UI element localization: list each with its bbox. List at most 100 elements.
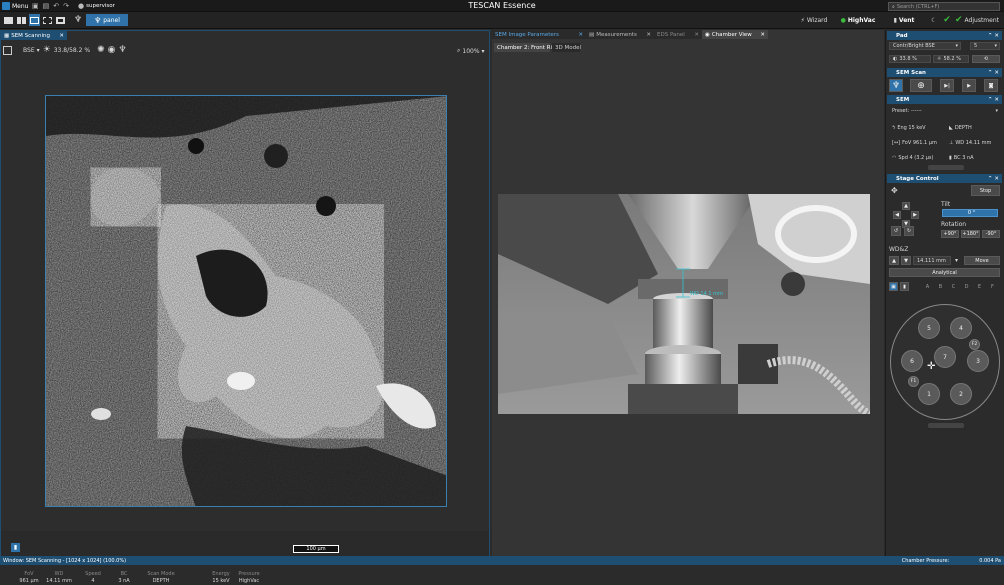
stage-control-header[interactable]: Stage Control ⌃ ✕: [887, 174, 1002, 183]
tab-close-icon[interactable]: ✕: [760, 32, 765, 38]
open-icon[interactable]: ▤: [43, 2, 50, 10]
tab-close-icon[interactable]: ✕: [59, 33, 64, 39]
tab-chamber-view[interactable]: ◉ Chamber View ✕: [702, 30, 768, 39]
zoom-control[interactable]: ⌕ 100% ▾: [457, 47, 485, 55]
wd-field[interactable]: ⊥ WD 14.11 mm: [946, 139, 1000, 147]
tilt-field[interactable]: 0 °: [942, 209, 998, 217]
rot-plus90-button[interactable]: +90°: [941, 230, 959, 238]
select-icon[interactable]: [3, 45, 12, 55]
mode-field[interactable]: ◣ DEPTH: [946, 124, 1000, 132]
camera-icon[interactable]: ◉: [108, 45, 116, 55]
wizard-button[interactable]: ⚡ Wizard: [800, 14, 828, 26]
stop-button[interactable]: Stop: [971, 185, 1000, 196]
holder-expand-handle[interactable]: [928, 423, 964, 428]
collapse-icon[interactable]: ⌃ ✕: [988, 70, 999, 76]
tab-sem-image-parameters[interactable]: SEM Image Parameters ✕: [492, 30, 586, 39]
rot-minus90-button[interactable]: -90°: [982, 230, 1000, 238]
wd-input[interactable]: 14.111 mm: [913, 256, 951, 265]
layout-1-button[interactable]: [3, 14, 14, 26]
layout-2-button[interactable]: [16, 14, 27, 26]
position-e-button[interactable]: E: [974, 282, 985, 291]
contrast-icon[interactable]: ☀: [43, 45, 51, 55]
tab-close-icon[interactable]: ✕: [694, 32, 699, 38]
stage-right-button[interactable]: ▶: [911, 211, 919, 219]
beam-on-button[interactable]: ✔: [941, 14, 953, 26]
wd-down-button[interactable]: ▼: [901, 256, 911, 265]
collapse-icon[interactable]: ⌃ ✕: [988, 176, 999, 182]
move-button[interactable]: Move: [964, 256, 1000, 265]
sample-hole-6[interactable]: 6: [901, 350, 923, 372]
undo-icon[interactable]: ↶: [53, 2, 59, 10]
fiducial-marker-f2[interactable]: F2: [969, 339, 980, 350]
layout-4-button[interactable]: [42, 14, 53, 26]
highvac-button[interactable]: ● HighVac: [836, 14, 880, 26]
scan-focus-button[interactable]: ⊕: [910, 79, 932, 92]
save-icon[interactable]: ▣: [32, 2, 39, 10]
collapse-icon[interactable]: ⌃ ✕: [988, 97, 999, 103]
wd-up-button[interactable]: ▲: [889, 256, 899, 265]
pad-preset-number[interactable]: 5 ▾: [970, 42, 1000, 50]
position-d-button[interactable]: D: [961, 282, 972, 291]
position-a-button[interactable]: A: [922, 282, 933, 291]
app-menu-button[interactable]: Menu: [2, 1, 28, 11]
detector-icon[interactable]: ♆: [118, 45, 126, 55]
sem-snapshot-icon[interactable]: ▮: [11, 543, 20, 552]
energy-field[interactable]: ϟ Eng 15 keV: [889, 124, 944, 132]
stage-left-button[interactable]: ◀: [893, 211, 901, 219]
position-b-button[interactable]: B: [935, 282, 946, 291]
rotate-ccw-button[interactable]: ↺: [891, 226, 901, 236]
scan-detector-button[interactable]: ♆: [889, 79, 903, 92]
scan-single-frame-button[interactable]: ▶|: [940, 79, 954, 92]
sem-preset-select[interactable]: Preset: ------ ▾: [889, 107, 1000, 115]
tab-sem-scanning[interactable]: ▦ SEM Scanning ✕: [1, 31, 67, 40]
tab-measurements[interactable]: ▤ Measurements ✕: [586, 30, 654, 39]
position-c-button[interactable]: C: [948, 282, 959, 291]
layout-5-button[interactable]: [55, 14, 66, 26]
sample-hole-7[interactable]: 7: [934, 346, 956, 368]
fiducial-marker-f1[interactable]: F1: [908, 376, 919, 387]
contrast-field[interactable]: ◐ 33.8 %: [889, 55, 931, 63]
sample-hole-5[interactable]: 5: [918, 317, 940, 339]
column-tool-button[interactable]: ♆: [72, 14, 84, 26]
brightness-field[interactable]: ☼ 58.2 %: [933, 55, 969, 63]
sample-hole-3[interactable]: 3: [967, 350, 989, 372]
vent-button[interactable]: ▮ Vent: [890, 14, 918, 26]
auto-contrast-icon[interactable]: ✺: [97, 45, 105, 55]
speed-field[interactable]: ◠ Spd 4 (3.2 µs): [889, 154, 944, 162]
pad-header[interactable]: Pad ⌃ ✕: [887, 31, 1002, 40]
chamber-camera-image[interactable]: WD 14.1 mm: [498, 194, 870, 414]
tab-close-icon[interactable]: ✕: [578, 32, 583, 38]
tab-close-icon[interactable]: ✕: [646, 32, 651, 38]
analytical-button[interactable]: Analytical: [889, 268, 1000, 277]
rot-180-button[interactable]: +180°: [961, 230, 980, 238]
sem-image[interactable]: [45, 95, 447, 507]
position-f-button[interactable]: F: [987, 282, 998, 291]
stage-up-button[interactable]: ▲: [902, 202, 910, 210]
delete-position-button[interactable]: ▮: [900, 282, 909, 291]
beam-off-button[interactable]: ☾: [929, 14, 939, 26]
adjustment-button[interactable]: ✔ Adjustment: [954, 14, 1000, 26]
scan-photo-button[interactable]: ◙: [984, 79, 998, 92]
bc-field[interactable]: ▮ BC 3 nA: [946, 154, 1000, 162]
rotate-cw-button[interactable]: ↻: [904, 226, 914, 236]
pad-preset-select[interactable]: Contr/Bright BSE ▾: [889, 42, 961, 50]
sample-hole-1[interactable]: 1: [918, 383, 940, 405]
pad-reset-button[interactable]: ⟲: [972, 55, 1000, 63]
search-input[interactable]: ⌕ Search (CTRL+F): [888, 2, 1000, 11]
subtab-chamber-front-right[interactable]: Chamber 2: Front Right: [494, 43, 561, 52]
sem-scan-header[interactable]: SEM Scan ⌃ ✕: [887, 68, 1002, 77]
panel-toggle-button[interactable]: ♆ panel: [86, 14, 128, 26]
sem-header[interactable]: SEM ⌃ ✕: [887, 95, 1002, 104]
redo-icon[interactable]: ↷: [63, 2, 69, 10]
user-indicator[interactable]: ● supervisor: [78, 2, 115, 10]
add-position-button[interactable]: ▣: [889, 282, 898, 291]
sem-expand-handle[interactable]: [928, 165, 964, 170]
scan-play-button[interactable]: ▶: [962, 79, 976, 92]
subtab-3d-model[interactable]: 3D Model: [552, 43, 581, 52]
detector-select[interactable]: BSE ▾: [23, 47, 40, 54]
stage-nav-icon[interactable]: ✥: [891, 186, 898, 195]
sample-hole-2[interactable]: 2: [950, 383, 972, 405]
tab-eds-panel[interactable]: EDS Panel ✕: [654, 30, 702, 39]
wd-dropdown-icon[interactable]: ▾: [955, 257, 958, 264]
layout-3-button[interactable]: [29, 14, 40, 26]
